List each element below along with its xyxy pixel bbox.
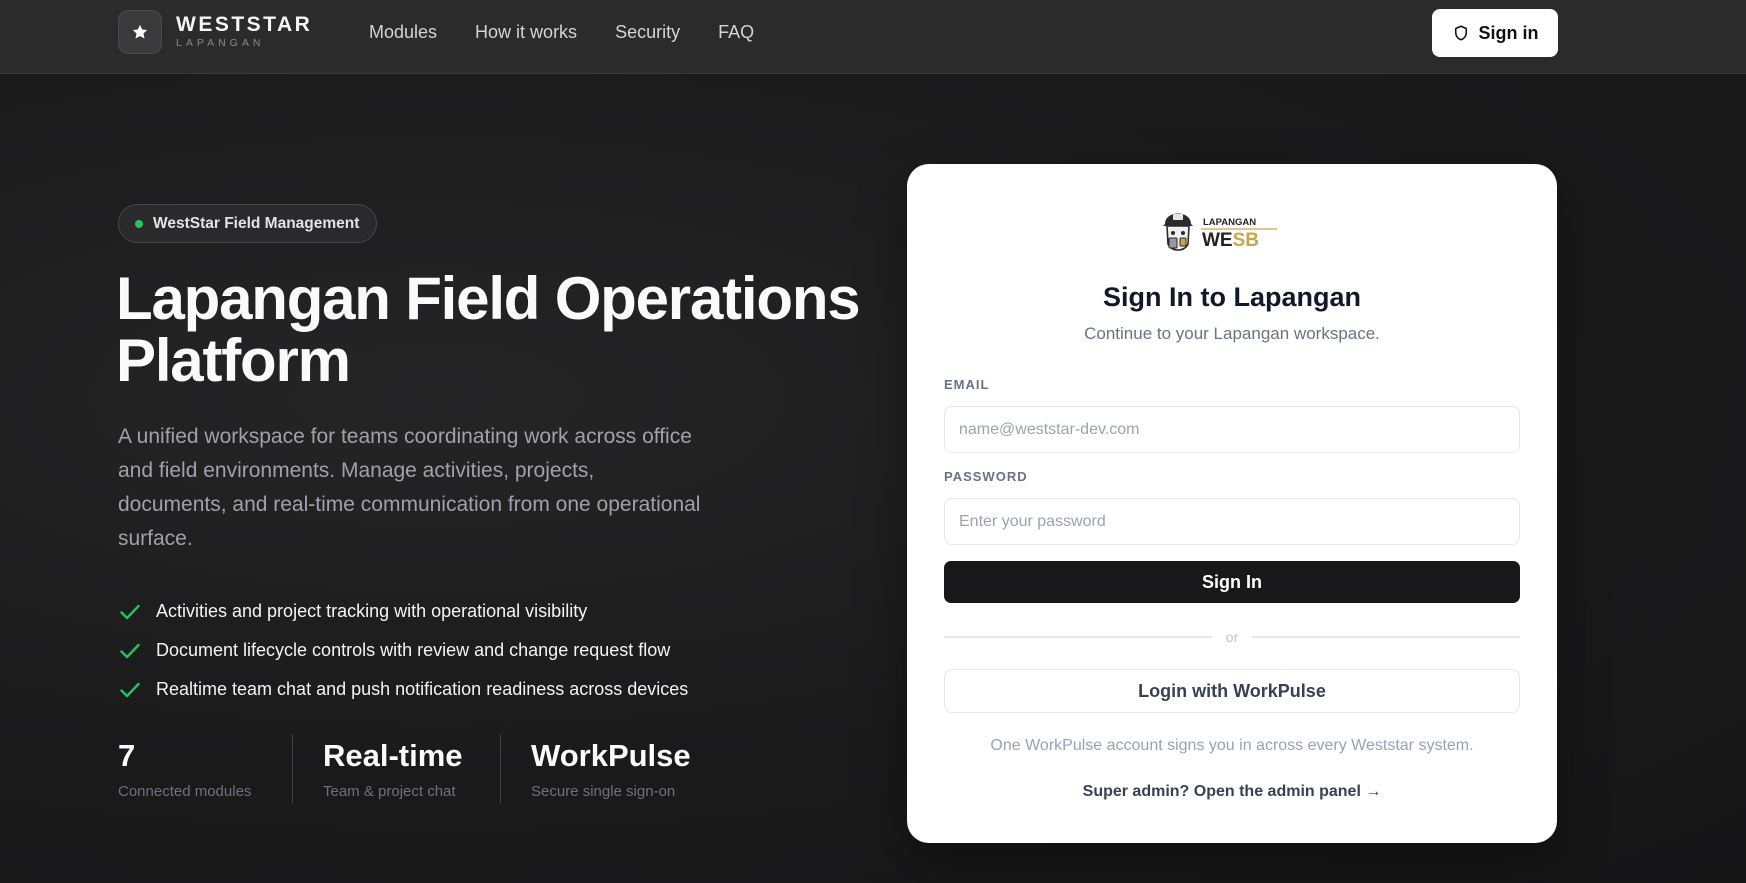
shield-icon: [1454, 25, 1467, 41]
nav-link-security[interactable]: Security: [615, 21, 680, 43]
check-icon: [118, 682, 142, 698]
stat-realtime: Real-time Team & project chat: [292, 734, 500, 804]
svg-text:LAPANGAN: LAPANGAN: [1203, 217, 1256, 228]
divider-line: [944, 636, 1212, 638]
brand-logo[interactable]: WESTSTAR LAPANGAN: [118, 10, 312, 54]
password-label: PASSWORD: [944, 469, 1028, 484]
feature-list: Activities and project tracking with ope…: [118, 592, 688, 709]
nav-signin-label: Sign in: [1478, 22, 1539, 43]
stat-modules: 7 Connected modules: [118, 734, 292, 804]
password-field[interactable]: [944, 498, 1520, 545]
sso-note: One WorkPulse account signs you in acros…: [990, 737, 1474, 754]
email-field[interactable]: [944, 406, 1520, 453]
stats-row: 7 Connected modules Real-time Team & pro…: [118, 734, 700, 804]
nav-signin-button[interactable]: Sign in: [1432, 9, 1558, 57]
hero-description: A unified workspace for teams coordinati…: [118, 425, 701, 550]
stat-label: Team & project chat: [323, 783, 456, 800]
feature-item: Document lifecycle controls with review …: [118, 631, 688, 670]
feature-text: Realtime team chat and push notification…: [156, 679, 689, 699]
stat-value: 7: [118, 738, 136, 773]
hero-title: Lapangan Field Operations Platform: [116, 265, 861, 394]
workpulse-login-button[interactable]: Login with WorkPulse: [944, 669, 1520, 713]
stat-value: WorkPulse: [531, 738, 691, 773]
brand-badge: [118, 10, 162, 54]
stat-value: Real-time: [323, 738, 463, 773]
feature-item: Realtime team chat and push notification…: [118, 670, 688, 709]
top-nav: WESTSTAR LAPANGAN Modules How it works S…: [0, 0, 1746, 74]
check-icon: [118, 604, 142, 620]
nav-link-how-it-works[interactable]: How it works: [475, 21, 577, 43]
login-subtitle: Continue to your Lapangan workspace.: [1084, 324, 1380, 343]
email-label: EMAIL: [944, 377, 990, 392]
stat-label: Connected modules: [118, 783, 252, 800]
lapangan-logo: LAPANGAN WESB: [1163, 213, 1277, 251]
product-badge: WestStar Field Management: [118, 204, 378, 243]
status-dot: [135, 219, 143, 228]
divider-text: or: [1225, 629, 1239, 645]
feature-text: Activities and project tracking with ope…: [156, 601, 588, 621]
admin-panel-link[interactable]: Super admin? Open the admin panel →: [907, 783, 1557, 801]
divider-line: [1252, 636, 1521, 638]
nav-link-faq[interactable]: FAQ: [718, 21, 754, 43]
stat-sso: WorkPulse Secure single sign-on: [500, 734, 700, 804]
stat-label: Secure single sign-on: [531, 783, 676, 800]
feature-text: Document lifecycle controls with review …: [156, 640, 671, 660]
brand-name: WESTSTAR: [176, 13, 313, 36]
check-icon: [118, 643, 142, 659]
login-title: Sign In to Lapangan: [1103, 282, 1361, 312]
feature-item: Activities and project tracking with ope…: [118, 592, 688, 631]
sign-in-button[interactable]: Sign In: [944, 561, 1520, 603]
or-divider: or: [944, 627, 1521, 647]
mascot-icon: [1163, 213, 1193, 251]
logo-wordmark: WESB: [1202, 230, 1259, 251]
nav-links: Modules How it works Security FAQ: [369, 21, 754, 43]
star-icon: [132, 24, 148, 39]
product-badge-label: WestStar Field Management: [153, 214, 360, 232]
login-card: LAPANGAN WESB Sign In to Lapangan Contin…: [907, 164, 1557, 843]
brand-subtitle: LAPANGAN: [176, 37, 265, 49]
nav-link-modules[interactable]: Modules: [369, 21, 437, 43]
